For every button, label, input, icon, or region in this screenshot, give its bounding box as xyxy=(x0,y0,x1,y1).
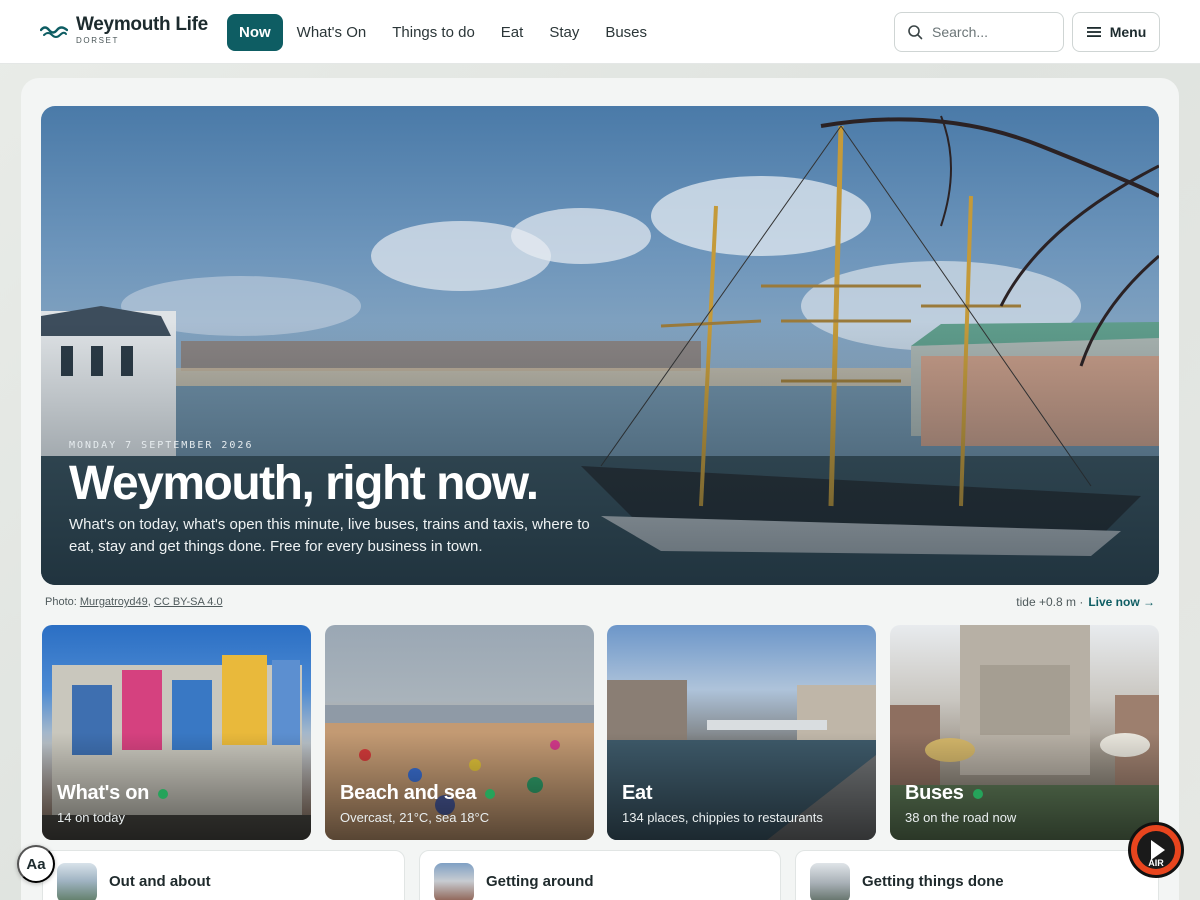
live-dot xyxy=(972,788,983,799)
getting-around-thumbnail xyxy=(434,863,474,900)
radio-label: AIR xyxy=(1148,858,1164,868)
credit-license-link[interactable]: CC BY-SA 4.0 xyxy=(154,596,223,608)
search-icon xyxy=(908,25,923,40)
card-label: Getting things done xyxy=(862,873,1004,890)
text-size-button[interactable]: Aa xyxy=(17,845,55,883)
tile-subtitle: Overcast, 21°C, sea 18°C xyxy=(340,810,490,825)
radio-play-button[interactable]: AIR xyxy=(1128,822,1184,878)
getting-things-done-thumbnail xyxy=(810,863,850,900)
tile-subtitle: 134 places, chippies to restaurants xyxy=(622,810,823,825)
nav-now[interactable]: Now xyxy=(227,14,283,51)
top-navigation-bar: Weymouth Life DORSET Now What's On Thing… xyxy=(0,0,1200,64)
card-label: Getting around xyxy=(486,873,594,890)
tile-whats-on[interactable]: What's on 14 on today xyxy=(42,625,311,840)
tide-text: tide +0.8 m · xyxy=(1016,595,1084,609)
wave-logo-icon xyxy=(40,26,68,38)
tile-title: Buses xyxy=(905,782,983,805)
live-dot xyxy=(158,788,169,799)
hero-title: Weymouth, right now. xyxy=(69,457,539,510)
photo-credit: Photo: Murgatroyd49, CC BY-SA 4.0 xyxy=(45,596,223,608)
tile-subtitle: 14 on today xyxy=(57,810,125,825)
tile-buses[interactable]: Buses 38 on the road now xyxy=(890,625,1159,840)
nav-buses[interactable]: Buses xyxy=(592,14,660,51)
hero-description: What's on today, what's open this minute… xyxy=(69,516,590,555)
live-dot xyxy=(485,788,496,799)
card-getting-things-done[interactable]: Getting things done xyxy=(795,850,1159,900)
tile-beach-and-sea[interactable]: Beach and sea Overcast, 21°C, sea 18°C xyxy=(325,625,594,840)
credit-prefix: Photo: xyxy=(45,596,77,608)
out-and-about-thumbnail xyxy=(57,863,97,900)
hero-date: MONDAY 7 SEPTEMBER 2026 xyxy=(69,440,254,451)
logo-title: Weymouth Life xyxy=(76,14,208,35)
site-logo[interactable]: Weymouth Life DORSET xyxy=(40,14,208,46)
live-now-link[interactable]: Live now → xyxy=(1088,595,1155,609)
main-nav: Now What's On Things to do Eat Stay Buse… xyxy=(227,14,660,51)
search-box[interactable] xyxy=(894,12,1064,52)
nav-whats-on[interactable]: What's On xyxy=(284,14,380,51)
nav-eat[interactable]: Eat xyxy=(488,14,537,51)
credit-author-link[interactable]: Murgatroyd49 xyxy=(80,596,148,608)
nav-stay[interactable]: Stay xyxy=(536,14,592,51)
tile-title: What's on xyxy=(57,782,169,805)
card-getting-around[interactable]: Getting around xyxy=(419,850,781,900)
card-out-and-about[interactable]: Out and about xyxy=(42,850,405,900)
hero-banner: MONDAY 7 SEPTEMBER 2026 Weymouth, right … xyxy=(41,106,1159,585)
tile-eat[interactable]: Eat 134 places, chippies to restaurants xyxy=(607,625,876,840)
tile-title: Eat xyxy=(622,782,653,804)
tile-title: Beach and sea xyxy=(340,782,496,805)
nav-things-to-do[interactable]: Things to do xyxy=(379,14,488,51)
tile-subtitle: 38 on the road now xyxy=(905,810,1017,825)
search-input[interactable] xyxy=(932,24,1042,40)
menu-button[interactable]: Menu xyxy=(1072,12,1160,52)
card-label: Out and about xyxy=(109,873,211,890)
logo-subtitle: DORSET xyxy=(76,36,119,45)
hamburger-icon xyxy=(1086,27,1101,37)
tide-status: tide +0.8 m · Live now → xyxy=(1016,595,1155,609)
menu-label: Menu xyxy=(1109,24,1147,40)
arrow-right-icon: → xyxy=(1143,595,1155,609)
